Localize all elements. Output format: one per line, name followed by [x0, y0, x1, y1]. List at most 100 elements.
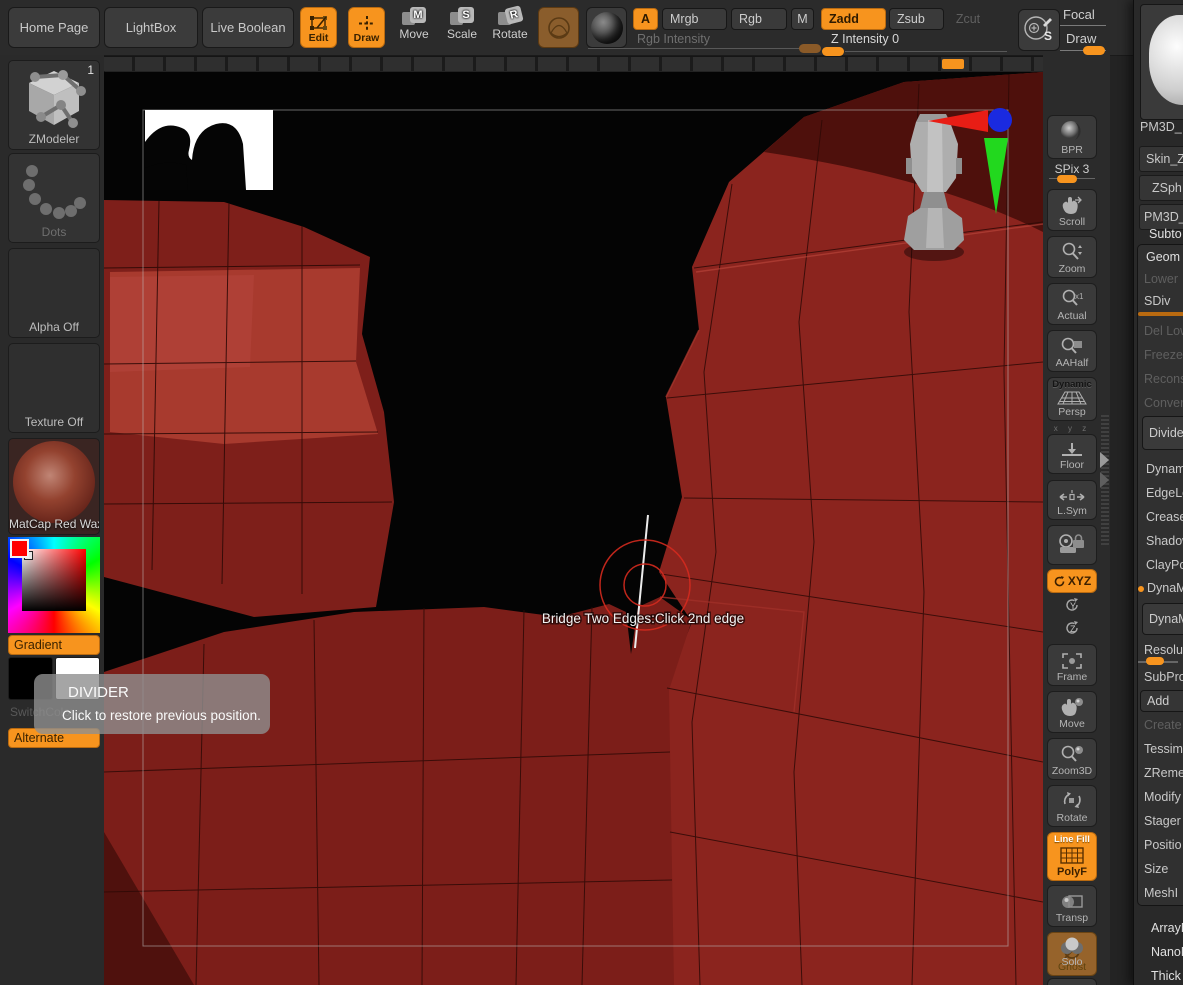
menu-modify-topology[interactable]: Modify: [1144, 790, 1181, 804]
zoom-button[interactable]: Zoom: [1047, 236, 1097, 278]
subtool-label-3[interactable]: PM3D_: [1144, 210, 1183, 224]
svg-text:x1: x1: [1075, 292, 1084, 301]
menu-zremesher[interactable]: ZReme: [1144, 766, 1183, 780]
color-picker[interactable]: [8, 537, 100, 633]
scroll-button[interactable]: Scroll: [1047, 189, 1097, 231]
tool-palette: PM3D_ Skin_Z ZSph PM3D_ Subto Geom Lower…: [1133, 0, 1183, 985]
palette-thickness[interactable]: Thick: [1151, 969, 1181, 983]
draw-size-handle[interactable]: [1083, 46, 1105, 55]
rotate-tool[interactable]: R Rotate: [488, 7, 532, 48]
menu-create-shell[interactable]: Create: [1144, 718, 1182, 732]
color-a-button[interactable]: A: [633, 8, 658, 30]
edit-button[interactable]: Edit: [300, 7, 337, 48]
dots-stroke-icon: [19, 159, 89, 221]
menu-crease[interactable]: Crease: [1146, 510, 1183, 524]
spix-slider[interactable]: SPix 3: [1047, 162, 1097, 187]
persp-button[interactable]: Dynamic Persp: [1047, 377, 1097, 421]
palette-nanomesh[interactable]: NanoM: [1151, 945, 1183, 959]
zoom3d-button[interactable]: Zoom3D: [1047, 738, 1097, 780]
alpha-selector[interactable]: Alpha Off: [8, 248, 100, 338]
stroke-selector[interactable]: Dots: [8, 153, 100, 243]
gradient-button[interactable]: Gradient: [8, 635, 100, 655]
move-tool[interactable]: M Move: [392, 7, 436, 48]
texture-selector[interactable]: Texture Off: [8, 343, 100, 433]
rotate-z-button[interactable]: Z: [1047, 619, 1097, 637]
menu-position[interactable]: Positio: [1144, 838, 1182, 852]
divide-button[interactable]: Divide: [1142, 416, 1183, 450]
menu-shadowbox[interactable]: Shadow: [1146, 534, 1183, 548]
menu-resolution-slider[interactable]: Resolut: [1144, 643, 1183, 657]
menu-geometry-header[interactable]: Geom: [1146, 250, 1180, 264]
zadd-button[interactable]: Zadd: [821, 8, 886, 30]
rgb-button[interactable]: Rgb: [731, 8, 787, 30]
menu-reconstruct[interactable]: Recons: [1144, 372, 1183, 386]
canvas-divider-bar[interactable]: [104, 56, 1043, 71]
menu-claypolish[interactable]: ClayPo: [1146, 558, 1183, 572]
home-page-button[interactable]: Home Page: [8, 7, 100, 48]
current-color-swatch[interactable]: [10, 539, 29, 558]
draw-button[interactable]: Draw: [348, 7, 385, 48]
subtool-label-1[interactable]: Skin_Z: [1146, 152, 1183, 166]
spix-handle[interactable]: [1057, 175, 1077, 183]
palette-array-mesh[interactable]: ArrayM: [1151, 921, 1183, 935]
menu-dynamic[interactable]: Dynam: [1146, 462, 1183, 476]
brush-selector[interactable]: 1 ZModeler: [8, 60, 100, 150]
menu-subprojection[interactable]: SubPro: [1144, 670, 1183, 684]
aahalf-button[interactable]: AAHalf: [1047, 330, 1097, 372]
menu-freeze[interactable]: Freeze: [1144, 348, 1183, 362]
rgb-intensity-slider-label: Rgb Intensity: [637, 32, 710, 46]
rotate-xyz-button[interactable]: XYZ: [1047, 569, 1097, 593]
resolution-handle[interactable]: [1146, 657, 1164, 665]
subtool-palette-header[interactable]: Subto: [1149, 227, 1182, 241]
divider-arrow2-icon[interactable]: [1100, 472, 1109, 488]
divider-marker[interactable]: [942, 59, 964, 69]
zcut-button[interactable]: Zcut: [947, 8, 989, 30]
menu-convert[interactable]: Conver: [1144, 396, 1183, 410]
subtool-label-0[interactable]: PM3D_: [1140, 120, 1182, 134]
polyframe-button[interactable]: Line Fill PolyF: [1047, 832, 1097, 881]
sculptris-pro-button[interactable]: S: [1018, 9, 1060, 51]
bpr-button[interactable]: BPR: [1047, 115, 1097, 159]
add-button[interactable]: Add: [1140, 690, 1183, 712]
rotate-y-button[interactable]: Y: [1047, 596, 1097, 614]
dynamesh-button[interactable]: DynaM: [1142, 603, 1183, 635]
lightbox-button[interactable]: LightBox: [104, 7, 198, 48]
rgb-intensity-track[interactable]: [588, 48, 800, 49]
frame-button[interactable]: Frame: [1047, 644, 1097, 686]
m-button[interactable]: M: [791, 8, 814, 30]
mrgb-button[interactable]: Mrgb: [662, 8, 727, 30]
rgb-intensity-handle[interactable]: [799, 44, 821, 53]
menu-sdiv-slider[interactable]: SDiv: [1144, 294, 1170, 308]
live-boolean-button[interactable]: Live Boolean: [202, 7, 294, 48]
subtool-label-2[interactable]: ZSph: [1152, 181, 1182, 195]
camera-lock-button[interactable]: [1047, 525, 1097, 565]
actual-button[interactable]: x1 Actual: [1047, 283, 1097, 325]
menu-tessimate[interactable]: Tessim: [1144, 742, 1183, 756]
z-intensity-handle[interactable]: [822, 47, 844, 56]
current-material-preview[interactable]: [586, 7, 627, 48]
z-intensity-track[interactable]: [845, 51, 1007, 52]
floor-button[interactable]: Floor: [1047, 434, 1097, 474]
zsub-button[interactable]: Zsub: [889, 8, 944, 30]
solo-button[interactable]: Solo: [1047, 933, 1097, 971]
move-3d-button[interactable]: Move: [1047, 691, 1097, 733]
menu-size[interactable]: Size: [1144, 862, 1168, 876]
rotate-3d-button[interactable]: Rotate: [1047, 785, 1097, 827]
menu-del-lower[interactable]: Del Low: [1144, 324, 1183, 338]
menu-lower[interactable]: Lower: [1144, 272, 1178, 286]
scale-tool[interactable]: S Scale: [440, 7, 484, 48]
local-symmetry-button[interactable]: L.Sym: [1047, 480, 1097, 520]
partial-frame-button[interactable]: [1047, 978, 1097, 985]
divider-arrow-icon[interactable]: [1100, 452, 1109, 468]
menu-mesh-integrity[interactable]: MeshI: [1144, 886, 1178, 900]
menu-edgeloop[interactable]: EdgeLo: [1146, 486, 1183, 500]
focal-shift-track[interactable]: [1060, 25, 1106, 26]
canvas-viewport[interactable]: Bridge Two Edges:Click 2nd edge: [104, 72, 1043, 985]
menu-dynamesh-header[interactable]: DynaM: [1147, 581, 1183, 595]
transparency-button[interactable]: Transp: [1047, 885, 1097, 927]
current-brush-preview[interactable]: [538, 7, 579, 48]
menu-stager[interactable]: Stager: [1144, 814, 1181, 828]
sdiv-slider-fill[interactable]: [1138, 312, 1183, 316]
material-selector[interactable]: MatCap Red Wax: [8, 438, 100, 535]
active-tool-thumbnail[interactable]: [1140, 4, 1183, 120]
